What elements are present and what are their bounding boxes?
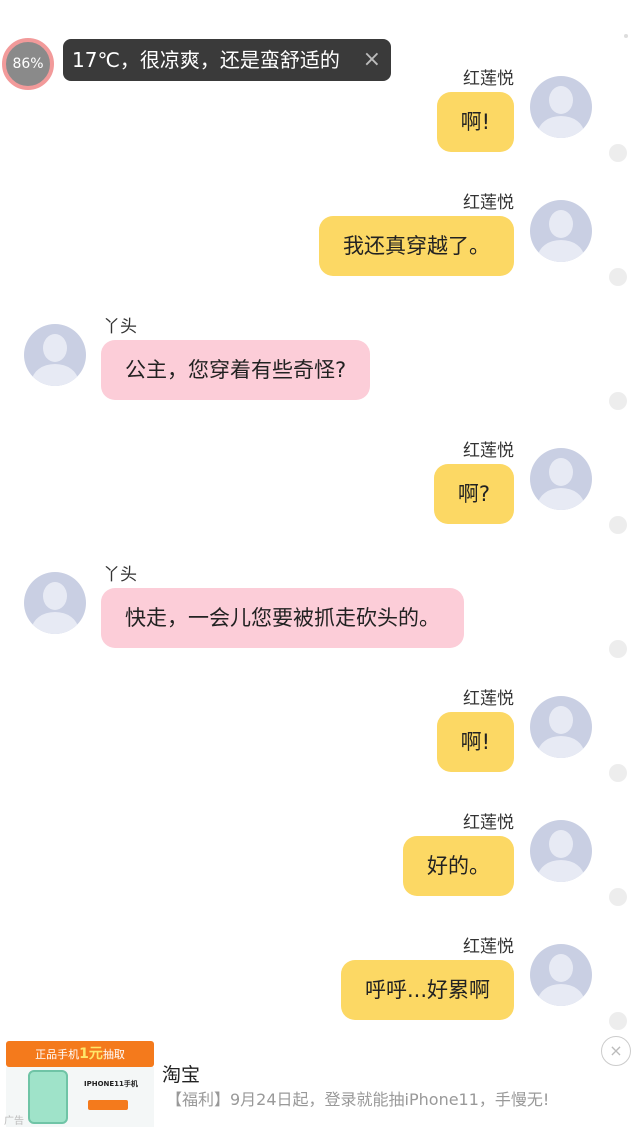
status-dot (609, 516, 627, 534)
status-dot (609, 1012, 627, 1030)
ad-mark: 广告 (4, 1116, 24, 1127)
ad-promo-prefix: 正品手机 (35, 1048, 80, 1061)
ad-promo-strip: 正品手机1元抽取 (6, 1041, 154, 1067)
chat-area: 红莲悦 啊! 红莲悦 我还真穿越了。 丫头 公主，您穿着有些奇怪? 红莲悦 啊?… (0, 0, 640, 1030)
avatar[interactable] (24, 572, 86, 634)
avatar[interactable] (530, 448, 592, 510)
ad-promo-suffix: 抽取 (102, 1048, 125, 1061)
status-dot (609, 144, 627, 162)
sender-name: 红莲悦 (463, 441, 514, 461)
message-bubble[interactable]: 我还真穿越了。 (319, 216, 514, 276)
sender-name: 丫头 (103, 565, 137, 585)
message-bubble[interactable]: 好的。 (403, 836, 514, 896)
ad-image[interactable]: IPHONE11手机 (6, 1067, 154, 1127)
close-icon[interactable]: × (601, 1036, 631, 1066)
sender-name: 红莲悦 (463, 937, 514, 957)
message-bubble[interactable]: 啊! (436, 92, 514, 152)
ad-promo-highlight: 1元 (79, 1046, 103, 1062)
status-dot (609, 888, 627, 906)
battery-percent: 86% (12, 56, 44, 72)
close-icon[interactable]: × (363, 39, 381, 81)
ad-description[interactable]: 【福利】9月24日起，登录就能抽iPhone11，手慢无! (166, 1086, 549, 1110)
sender-name: 红莲悦 (463, 689, 514, 709)
battery-indicator: 86% (2, 38, 54, 90)
sender-name: 红莲悦 (463, 69, 514, 89)
message-row: 红莲悦 好的。 (0, 808, 640, 918)
message-row: 丫头 公主，您穿着有些奇怪? (0, 312, 640, 422)
avatar[interactable] (530, 820, 592, 882)
status-dot (609, 268, 627, 286)
avatar[interactable] (530, 944, 592, 1006)
status-dot (609, 640, 627, 658)
scroll-indicator (624, 34, 628, 38)
ad-title[interactable]: 淘宝 (162, 1060, 200, 1087)
message-row: 丫头 快走，一会儿您要被抓走砍头的。 (0, 560, 640, 670)
message-bubble[interactable]: 呼呼...好累啊 (340, 960, 514, 1020)
phone-icon (28, 1070, 68, 1124)
ad-product-button (88, 1100, 128, 1110)
ad-banner[interactable]: 正品手机1元抽取 IPHONE11手机 广告 淘宝 【福利】9月24日起，登录就… (0, 1036, 640, 1138)
sender-name: 红莲悦 (463, 813, 514, 833)
message-row: 红莲悦 啊! (0, 684, 640, 794)
avatar[interactable] (530, 76, 592, 138)
sender-name: 红莲悦 (463, 193, 514, 213)
message-bubble[interactable]: 啊! (436, 712, 514, 772)
weather-toast[interactable]: 17℃，很凉爽，还是蛮舒适的 × (63, 39, 391, 81)
status-dot (609, 764, 627, 782)
message-row: 红莲悦 啊? (0, 436, 640, 546)
avatar[interactable] (530, 696, 592, 758)
message-bubble[interactable]: 公主，您穿着有些奇怪? (101, 340, 371, 400)
message-row: 红莲悦 呼呼...好累啊 (0, 932, 640, 1042)
message-row: 红莲悦 我还真穿越了。 (0, 188, 640, 298)
message-bubble[interactable]: 啊? (433, 464, 514, 524)
avatar[interactable] (530, 200, 592, 262)
sender-name: 丫头 (103, 317, 137, 337)
avatar[interactable] (24, 324, 86, 386)
ad-product-text: IPHONE11手机 (84, 1080, 138, 1088)
status-dot (609, 392, 627, 410)
weather-text: 17℃，很凉爽，还是蛮舒适的 (72, 48, 340, 72)
message-bubble[interactable]: 快走，一会儿您要被抓走砍头的。 (101, 588, 464, 648)
